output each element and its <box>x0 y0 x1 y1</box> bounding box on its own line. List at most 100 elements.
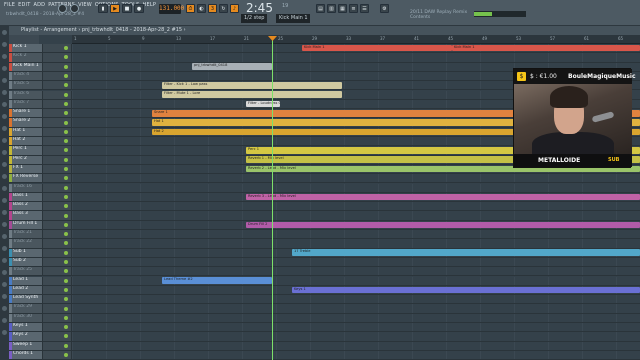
track-mute-area[interactable] <box>43 183 72 192</box>
track-mute-area[interactable] <box>43 313 72 322</box>
track-mute-led[interactable] <box>64 129 68 134</box>
track-lane[interactable] <box>72 239 640 248</box>
track-name[interactable]: Track 5 <box>9 81 43 90</box>
track-mute-area[interactable] <box>43 192 72 202</box>
track-mute-area[interactable] <box>43 155 72 164</box>
track-mute-area[interactable] <box>43 99 72 109</box>
track-mute-area[interactable] <box>43 220 72 229</box>
track-mute-area[interactable] <box>43 174 72 183</box>
track-lane[interactable] <box>72 202 640 211</box>
track-mute-led[interactable] <box>64 194 68 199</box>
track-mute-led[interactable] <box>64 55 68 60</box>
track-mute-area[interactable] <box>43 350 72 360</box>
track-mute-area[interactable] <box>43 276 72 285</box>
browser-item-icon[interactable] <box>2 54 7 59</box>
menu-item-file[interactable]: FILE <box>4 2 15 8</box>
browser-item-icon[interactable] <box>2 210 7 215</box>
track-mute-led[interactable] <box>64 250 68 255</box>
track-mute-led[interactable] <box>64 278 68 283</box>
browser-item-icon[interactable] <box>2 78 7 83</box>
track-mute-led[interactable] <box>64 46 68 51</box>
track-mute-led[interactable] <box>64 74 68 79</box>
channel-rack-button[interactable]: ▦ <box>338 4 347 13</box>
track-name[interactable]: FX 1 <box>9 164 43 174</box>
browser-item-icon[interactable] <box>2 306 7 311</box>
track-name[interactable]: Chords 1 <box>9 350 43 360</box>
track-name[interactable]: Track 21 <box>9 230 43 239</box>
track-lane[interactable] <box>72 267 640 276</box>
track-mute-area[interactable] <box>43 118 72 127</box>
browser-item-icon[interactable] <box>2 162 7 167</box>
browser-item-icon[interactable] <box>2 246 7 251</box>
track-mute-led[interactable] <box>64 157 68 162</box>
track-name[interactable]: Track 25 <box>9 267 43 276</box>
browser-item-icon[interactable] <box>2 126 7 131</box>
track-name[interactable]: Sub 2 <box>9 257 43 267</box>
track-mute-area[interactable] <box>43 137 72 146</box>
track-lane[interactable] <box>72 183 640 192</box>
track-mute-led[interactable] <box>64 260 68 265</box>
track-mute-led[interactable] <box>64 353 68 358</box>
track-lane[interactable] <box>72 53 640 62</box>
browser-item-icon[interactable] <box>2 174 7 179</box>
track-name[interactable]: Track 29 <box>9 304 43 313</box>
playlist-clip[interactable]: 17 Treble <box>292 249 640 257</box>
master-volume-knob[interactable] <box>58 4 67 13</box>
track-name[interactable]: Sub 1 <box>9 248 43 257</box>
track-name[interactable]: Lead 1 <box>9 276 43 285</box>
stop-button[interactable]: ■ <box>122 4 132 13</box>
loop-record-button[interactable]: ↻ <box>219 4 228 13</box>
browser-item-icon[interactable] <box>2 198 7 203</box>
track-mute-area[interactable] <box>43 211 72 220</box>
piano-roll-button[interactable]: ▥ <box>327 4 336 13</box>
track-mute-led[interactable] <box>64 241 68 246</box>
track-mute-led[interactable] <box>64 120 68 125</box>
track-mute-led[interactable] <box>64 185 68 190</box>
track-lane[interactable] <box>72 341 640 350</box>
track-mute-area[interactable] <box>43 295 72 304</box>
track-name[interactable]: Drum Fill 1 <box>9 220 43 229</box>
track-mute-led[interactable] <box>64 287 68 292</box>
track-mute-area[interactable] <box>43 323 72 332</box>
snap-select[interactable]: 1/2 step <box>241 14 267 23</box>
track-name[interactable]: Track 16 <box>9 183 43 192</box>
playlist-clip[interactable]: Drum Fill 2 <box>246 221 640 229</box>
track-mute-led[interactable] <box>64 213 68 218</box>
track-lane[interactable]: Lead Theme #2 <box>72 276 640 285</box>
menu-item-edit[interactable]: EDIT <box>18 2 30 8</box>
track-mute-led[interactable] <box>64 176 68 181</box>
browser-item-icon[interactable] <box>2 234 7 239</box>
browser-item-icon[interactable] <box>2 138 7 143</box>
track-mute-area[interactable] <box>43 304 72 313</box>
record-button[interactable]: ● <box>134 4 144 13</box>
track-mute-area[interactable] <box>43 44 72 53</box>
mixer-button[interactable]: ≡ <box>349 4 358 13</box>
track-mute-led[interactable] <box>64 139 68 144</box>
track-mute-area[interactable] <box>43 257 72 267</box>
browser-button[interactable]: ☰ <box>360 4 369 13</box>
track-name[interactable]: Track 4 <box>9 71 43 81</box>
playlist-clip[interactable]: Kick Main 1 <box>452 44 640 52</box>
track-name[interactable]: Perc 1 <box>9 146 43 155</box>
play-button[interactable]: ▶ <box>110 4 120 13</box>
track-lane[interactable] <box>72 332 640 341</box>
track-lane[interactable] <box>72 295 640 304</box>
track-lane[interactable]: 17 Treble <box>72 248 640 257</box>
track-mute-area[interactable] <box>43 230 72 239</box>
browser-item-icon[interactable] <box>2 150 7 155</box>
browser-item-icon[interactable] <box>2 318 7 323</box>
gear-icon[interactable]: ⚙ <box>380 4 389 13</box>
playlist-clip[interactable]: Kick Main 1 <box>302 44 452 52</box>
track-name[interactable]: Perc 2 <box>9 155 43 164</box>
menu-item-help[interactable]: HELP <box>143 2 157 8</box>
track-lane[interactable] <box>72 304 640 313</box>
track-mute-led[interactable] <box>64 334 68 339</box>
pattern-select[interactable]: Kick Main 1 <box>276 14 310 23</box>
track-mute-led[interactable] <box>64 204 68 209</box>
playlist-clip[interactable]: Reverb 3 - Lead - Mix level <box>246 193 640 201</box>
track-name[interactable]: Sweep 1 <box>9 341 43 350</box>
track-lane[interactable] <box>72 257 640 267</box>
track-mute-led[interactable] <box>64 269 68 274</box>
track-mute-led[interactable] <box>64 167 68 172</box>
browser-item-icon[interactable] <box>2 90 7 95</box>
